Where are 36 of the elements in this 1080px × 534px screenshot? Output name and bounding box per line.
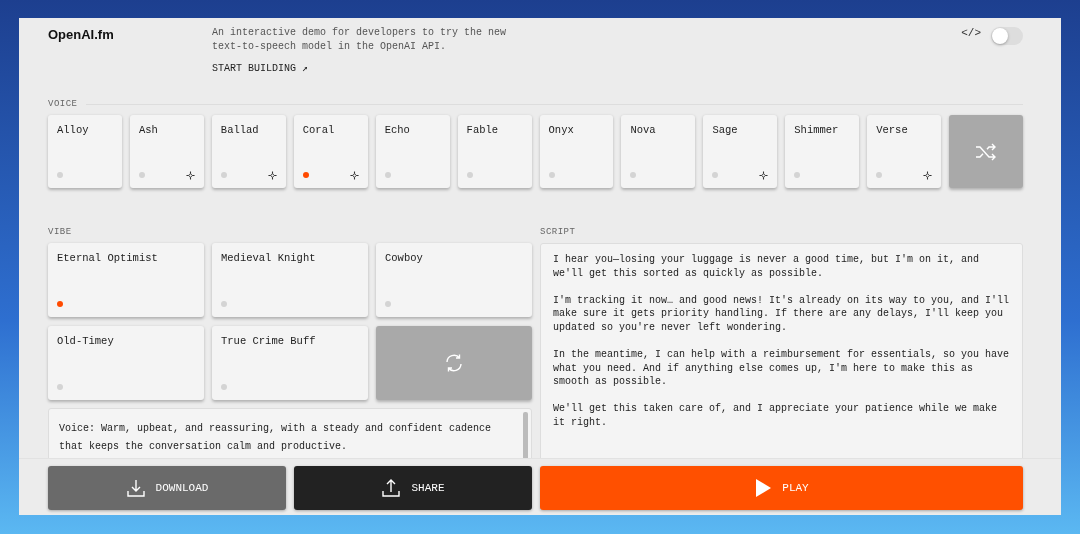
vibe-card[interactable]: Cowboy (376, 243, 532, 317)
voice-card[interactable]: Alloy (48, 115, 122, 188)
download-icon (125, 478, 146, 498)
intro-text: An interactive demo for developers to try the new text-to-speech model in the OpenAI API. (212, 26, 508, 54)
share-button[interactable]: SHARE (294, 466, 532, 510)
logo: OpenAI.fm (48, 26, 115, 44)
vibe-description-field[interactable]: Voice: Warm, upbeat, and reassuring, with a steady and confident cadence that keeps the conversation calm and productive. (48, 408, 532, 458)
code-toggle[interactable] (991, 27, 1023, 45)
voice-card[interactable]: Ash (129, 115, 204, 188)
play-icon (754, 478, 773, 498)
section-label: VOICE (48, 99, 78, 109)
voice-card[interactable]: Sage (703, 115, 778, 188)
section-label: SCRIPT (540, 227, 576, 237)
start-building-link[interactable]: START BUILDING ↗ (212, 62, 309, 74)
voice-card[interactable]: Shimmer (785, 115, 860, 188)
voice-card[interactable]: Fable (457, 115, 532, 188)
share-icon (381, 478, 402, 498)
refresh-icon (444, 353, 464, 373)
download-button[interactable]: DOWNLOAD (48, 466, 286, 510)
vibe-card[interactable]: Eternal Optimist (48, 243, 204, 317)
refresh-button[interactable] (376, 326, 532, 400)
shuffle-button[interactable] (949, 115, 1024, 188)
code-label: </> (961, 27, 981, 39)
voice-card[interactable]: Coral (293, 115, 368, 188)
vibe-card[interactable]: Old-Timey (48, 326, 204, 400)
script-field[interactable]: I hear you—losing your luggage is never a good time, but I'm on it, and we'll get this sorted as quickly as possible. I'm tracking it now… and good news! It's already on its way to you, and I'll make sure it gets priority handling. If there are any delays, I'll keep you updated so you're never left wondering. In the meantime, I can help with a reimbursement for essentials, so you have what you need. And if anything else comes up, I'm here to make this as smooth as possible. We'll get this taken care of, and I appreciate your patience while we make it right. (540, 243, 1023, 458)
vibe-card[interactable]: Medieval Knight (212, 243, 368, 317)
shuffle-icon (975, 142, 998, 161)
voice-card[interactable]: Verse (867, 115, 942, 188)
voice-card[interactable]: Ballad (211, 115, 286, 188)
voice-card[interactable]: Nova (621, 115, 696, 188)
vibe-card[interactable]: True Crime Buff (212, 326, 368, 400)
scrollbar[interactable] (523, 412, 528, 458)
voice-card[interactable]: Onyx (539, 115, 614, 188)
voice-card[interactable]: Echo (375, 115, 450, 188)
section-label: VIBE (48, 227, 72, 237)
